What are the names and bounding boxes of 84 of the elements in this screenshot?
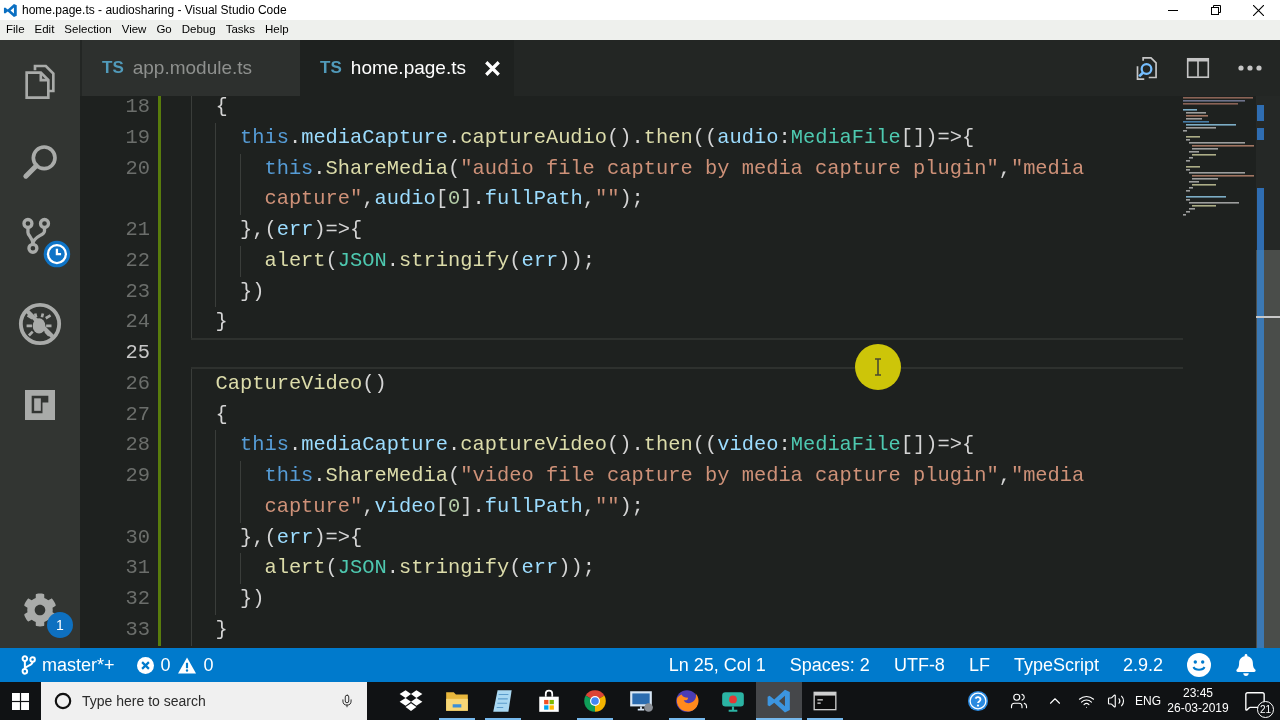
- line-number: 28: [124, 432, 150, 459]
- globe-icon: [674, 688, 700, 714]
- app-logo-icon: [3, 2, 18, 18]
- code-line: alert(JSON.stringify(err));: [264, 247, 595, 274]
- split-view-icon[interactable]: [1185, 55, 1211, 81]
- menu-item[interactable]: File: [6, 21, 25, 39]
- clock-date[interactable]: 26-03-2019: [1167, 701, 1229, 716]
- ring-icon: [54, 692, 72, 710]
- scrollbar[interactable]: [1256, 96, 1280, 648]
- help-icon[interactable]: [967, 690, 989, 712]
- monitor-icon: [628, 688, 654, 714]
- menu-item[interactable]: Debug: [181, 21, 216, 39]
- language-indicator[interactable]: ENG: [1135, 692, 1161, 710]
- settings-update-count[interactable]: 1: [47, 612, 73, 638]
- clock-time[interactable]: 23:45: [1183, 686, 1213, 701]
- search-field[interactable]: Type here to search: [41, 682, 367, 720]
- status-item[interactable]: TypeScript: [1013, 651, 1099, 679]
- status-item[interactable]: LF: [968, 651, 990, 679]
- line-number: 32: [124, 586, 150, 612]
- code-line: this.mediaCapture.captureAudio().then((audio:MediaFile[])=>{: [239, 124, 975, 151]
- status-item[interactable]: Ln 25, Col 1: [668, 651, 766, 679]
- ribbon-logo-icon: [766, 688, 792, 714]
- close-icon[interactable]: [1253, 4, 1264, 16]
- menu-item[interactable]: View: [121, 21, 147, 39]
- segmented-circle-icon: [582, 688, 608, 714]
- code-line: {: [215, 401, 228, 428]
- line-number: 18: [124, 96, 150, 120]
- file-type-label: TS: [102, 57, 124, 80]
- microphone-icon[interactable]: [340, 692, 354, 710]
- menu-item[interactable]: Edit: [34, 21, 55, 39]
- code-line: }): [239, 586, 265, 612]
- shopping-bag-icon: [536, 688, 562, 714]
- start-icon[interactable]: [12, 692, 29, 710]
- line-number: 23: [124, 278, 150, 305]
- line-number: 19: [124, 124, 150, 151]
- code-line: this.ShareMedia("audio file capture by media capture plugin","media capture",audio[0].fullPath,"");: [264, 155, 1086, 213]
- line-number: 33: [124, 616, 150, 643]
- menu-item[interactable]: Selection: [64, 21, 112, 39]
- code-line: },(err)=>{: [239, 217, 363, 243]
- menu-item[interactable]: Tasks: [225, 21, 256, 39]
- bell-icon[interactable]: [1235, 654, 1257, 676]
- status-item[interactable]: UTF-8: [893, 651, 945, 679]
- line-number: 30: [124, 524, 150, 551]
- branch-icon: [21, 655, 36, 675]
- status-item[interactable]: 2.9.2: [1122, 651, 1163, 679]
- restore-icon[interactable]: [1210, 5, 1221, 15]
- code-line: alert(JSON.stringify(err));: [264, 555, 595, 582]
- notification-count[interactable]: 21: [1257, 701, 1274, 718]
- code-line: }: [215, 309, 228, 336]
- code-line: this.mediaCapture.captureVideo().then((video:MediaFile[])=>{: [239, 432, 975, 459]
- line-number: 25: [124, 340, 150, 366]
- branch-status[interactable]: master*+: [21, 651, 115, 679]
- line-number: 20: [124, 155, 150, 182]
- warning-icon: [177, 656, 196, 674]
- cursor-highlight-icon: [855, 344, 901, 390]
- line-number: 31: [124, 555, 150, 582]
- code-line: this.ShareMedia("video file capture by media capture plugin","media capture",video[0].fullPath,"");: [264, 463, 1086, 520]
- line-number: 27: [124, 401, 150, 428]
- line-number: 29: [124, 463, 150, 489]
- more-icon[interactable]: [1238, 65, 1262, 71]
- volume-icon[interactable]: [1107, 692, 1125, 710]
- code-line: }: [215, 616, 228, 643]
- people-icon[interactable]: [1010, 692, 1028, 710]
- editor-tab[interactable]: TS home.page.ts: [300, 40, 514, 96]
- settings-icon[interactable]: [23, 593, 57, 627]
- status-item[interactable]: Spaces: 2: [789, 651, 870, 679]
- window-title: home.page.ts - audiosharing - Visual Studio Code: [22, 2, 287, 19]
- line-number: 22: [124, 247, 150, 274]
- line-number: 26: [124, 370, 150, 397]
- editor-tab[interactable]: TS app.module.ts: [82, 40, 301, 96]
- code-line: CaptureVideo(): [215, 370, 387, 397]
- file-type-label: TS: [320, 57, 342, 80]
- line-number: 24: [124, 309, 150, 336]
- smiley-icon[interactable]: [1187, 653, 1211, 677]
- menu-item[interactable]: Go: [156, 21, 172, 39]
- diamond-pattern-icon: [398, 688, 424, 714]
- error-icon: [136, 656, 154, 674]
- code-line: },(err)=>{: [239, 524, 363, 551]
- line-number: 21: [124, 217, 150, 243]
- minimize-icon[interactable]: [1167, 9, 1178, 11]
- menu-item[interactable]: Help: [265, 21, 289, 39]
- code-line: }): [239, 278, 265, 305]
- code-line: {: [215, 96, 228, 120]
- problems-status[interactable]: 0 0: [136, 651, 214, 679]
